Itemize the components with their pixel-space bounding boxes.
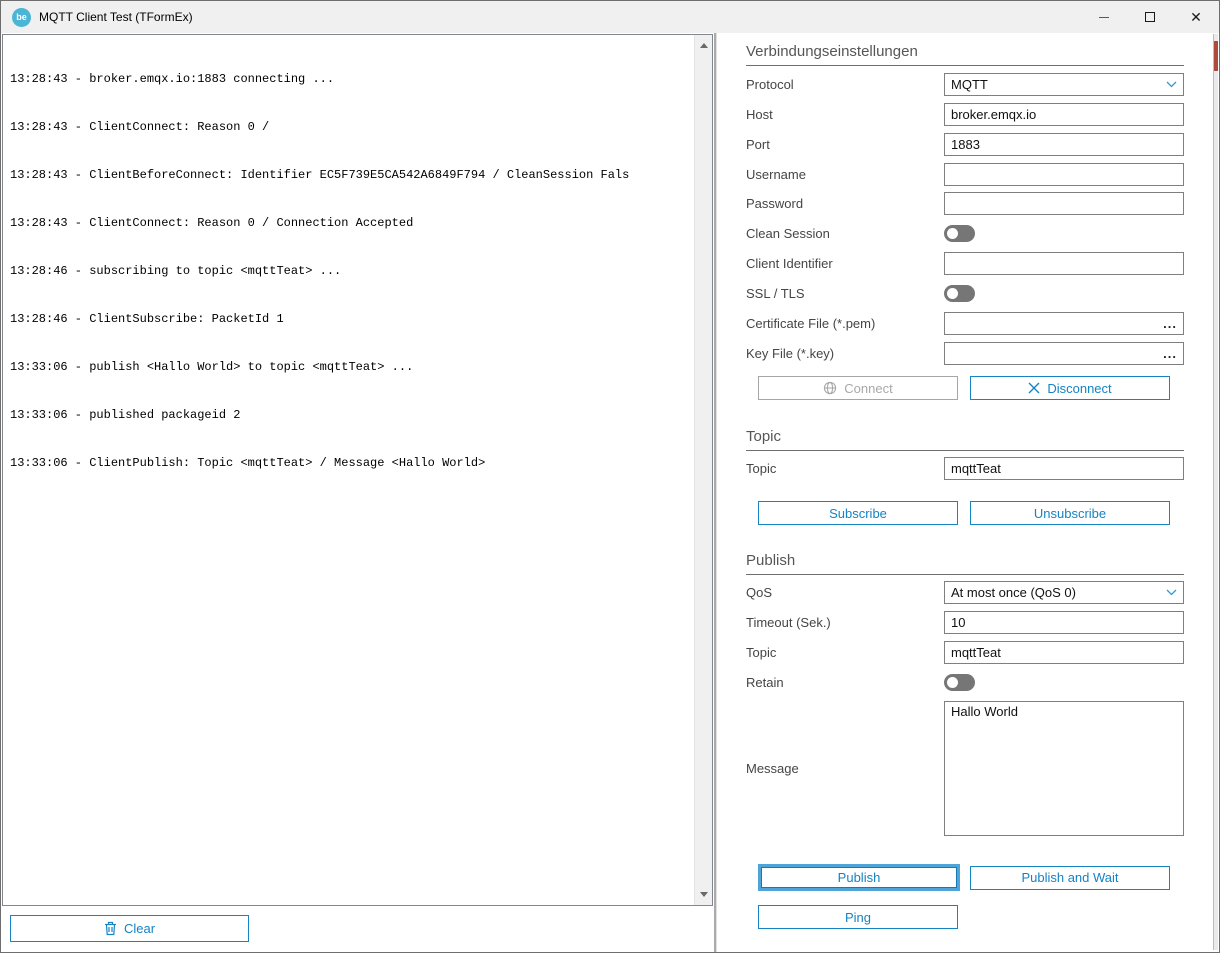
topic-input[interactable]: [944, 457, 1184, 480]
client-identifier-input[interactable]: [944, 252, 1184, 275]
window-title: MQTT Client Test (TFormEx): [39, 10, 193, 24]
message-label: Message: [746, 761, 944, 776]
connect-button-label: Connect: [844, 381, 892, 396]
qos-dropdown[interactable]: At most once (QoS 0): [944, 581, 1184, 604]
client-identifier-label: Client Identifier: [746, 256, 944, 271]
host-label: Host: [746, 107, 944, 122]
port-label: Port: [746, 137, 944, 152]
log-line: 13:33:06 - ClientPublish: Topic <mqttTea…: [10, 455, 695, 471]
subscribe-button-label: Subscribe: [829, 506, 887, 521]
certificate-browse-button[interactable]: ...: [1163, 313, 1177, 334]
password-label: Password: [746, 196, 944, 211]
clean-session-label: Clean Session: [746, 226, 944, 241]
scroll-down-button[interactable]: [695, 886, 712, 903]
arrow-up-icon: [700, 43, 708, 48]
log-line: 13:28:43 - broker.emqx.io:1883 connectin…: [10, 71, 695, 87]
log-line: 13:28:46 - subscribing to topic <mqttTea…: [10, 263, 695, 279]
unsubscribe-button-label: Unsubscribe: [1034, 506, 1106, 521]
settings-panel: Verbindungseinstellungen Protocol MQTT H…: [717, 33, 1219, 952]
x-icon: [1028, 382, 1040, 394]
protocol-dropdown[interactable]: MQTT: [944, 73, 1184, 96]
close-icon: ✕: [1190, 10, 1202, 24]
key-file-input[interactable]: [944, 342, 1184, 365]
clear-button[interactable]: Clear: [10, 915, 249, 942]
arrow-down-icon: [700, 892, 708, 897]
publish-section-header: Publish: [746, 552, 1184, 575]
chevron-down-icon: [1166, 81, 1177, 88]
toggle-knob: [947, 288, 958, 299]
password-input[interactable]: [944, 192, 1184, 215]
maximize-button[interactable]: [1127, 1, 1173, 33]
certificate-file-label: Certificate File (*.pem): [746, 316, 944, 331]
username-label: Username: [746, 167, 944, 182]
ssl-tls-label: SSL / TLS: [746, 286, 944, 301]
log-line: 13:28:43 - ClientConnect: Reason 0 /: [10, 119, 695, 135]
disconnect-button[interactable]: Disconnect: [970, 376, 1170, 400]
publish-topic-label: Topic: [746, 645, 944, 660]
log-line: 13:28:46 - ClientSubscribe: PacketId 1: [10, 311, 695, 327]
log-line: 13:28:43 - ClientConnect: Reason 0 / Con…: [10, 215, 695, 231]
connect-button[interactable]: Connect: [758, 376, 958, 400]
panel-edge-scrollbar[interactable]: [1213, 34, 1218, 950]
key-file-browse-button[interactable]: ...: [1163, 343, 1177, 364]
scroll-up-button[interactable]: [695, 37, 712, 54]
maximize-icon: [1145, 12, 1155, 22]
log-memo[interactable]: 13:28:43 - broker.emqx.io:1883 connectin…: [2, 34, 713, 906]
toggle-knob: [947, 677, 958, 688]
ping-button-label: Ping: [845, 910, 871, 925]
certificate-file-input[interactable]: [944, 312, 1184, 335]
subscribe-button[interactable]: Subscribe: [758, 501, 958, 525]
qos-label: QoS: [746, 585, 944, 600]
qos-value: At most once (QoS 0): [951, 585, 1076, 600]
ping-button[interactable]: Ping: [758, 905, 958, 929]
host-input[interactable]: [944, 103, 1184, 126]
clear-button-label: Clear: [124, 921, 155, 936]
topic-label: Topic: [746, 461, 944, 476]
trash-icon: [104, 921, 117, 936]
username-input[interactable]: [944, 163, 1184, 186]
timeout-label: Timeout (Sek.): [746, 615, 944, 630]
protocol-label: Protocol: [746, 77, 944, 92]
key-file-label: Key File (*.key): [746, 346, 944, 361]
toggle-knob: [947, 228, 958, 239]
publish-button-label: Publish: [838, 870, 881, 885]
log-line: 13:33:06 - published packageid 2: [10, 407, 695, 423]
retain-toggle[interactable]: [944, 674, 975, 691]
chevron-down-icon: [1166, 589, 1177, 596]
close-button[interactable]: ✕: [1173, 1, 1219, 33]
message-textarea[interactable]: Hallo World: [944, 701, 1184, 836]
connection-section-header: Verbindungseinstellungen: [746, 43, 1184, 66]
port-input[interactable]: [944, 133, 1184, 156]
log-line: 13:28:43 - ClientBeforeConnect: Identifi…: [10, 167, 695, 183]
app-icon: be: [12, 8, 31, 27]
unsubscribe-button[interactable]: Unsubscribe: [970, 501, 1170, 525]
ssl-tls-toggle[interactable]: [944, 285, 975, 302]
scrollbar-thumb[interactable]: [1214, 41, 1218, 71]
disconnect-button-label: Disconnect: [1047, 381, 1111, 396]
log-content: 13:28:43 - broker.emqx.io:1883 connectin…: [3, 35, 695, 905]
publish-button[interactable]: Publish: [758, 864, 960, 891]
publish-topic-input[interactable]: [944, 641, 1184, 664]
minimize-icon: [1099, 17, 1109, 18]
minimize-button[interactable]: [1081, 1, 1127, 33]
log-scrollbar[interactable]: [694, 35, 712, 905]
window-controls: ✕: [1081, 1, 1219, 33]
timeout-input[interactable]: [944, 611, 1184, 634]
publish-and-wait-button[interactable]: Publish and Wait: [970, 866, 1170, 890]
topic-section-header: Topic: [746, 428, 1184, 451]
app-window: be MQTT Client Test (TFormEx) ✕ 13:28:43…: [0, 0, 1220, 953]
globe-icon: [823, 381, 837, 395]
retain-label: Retain: [746, 675, 944, 690]
log-line: 13:33:06 - publish <Hallo World> to topi…: [10, 359, 695, 375]
clean-session-toggle[interactable]: [944, 225, 975, 242]
publish-and-wait-button-label: Publish and Wait: [1021, 870, 1118, 885]
protocol-value: MQTT: [951, 77, 988, 92]
titlebar: be MQTT Client Test (TFormEx) ✕: [1, 1, 1219, 33]
